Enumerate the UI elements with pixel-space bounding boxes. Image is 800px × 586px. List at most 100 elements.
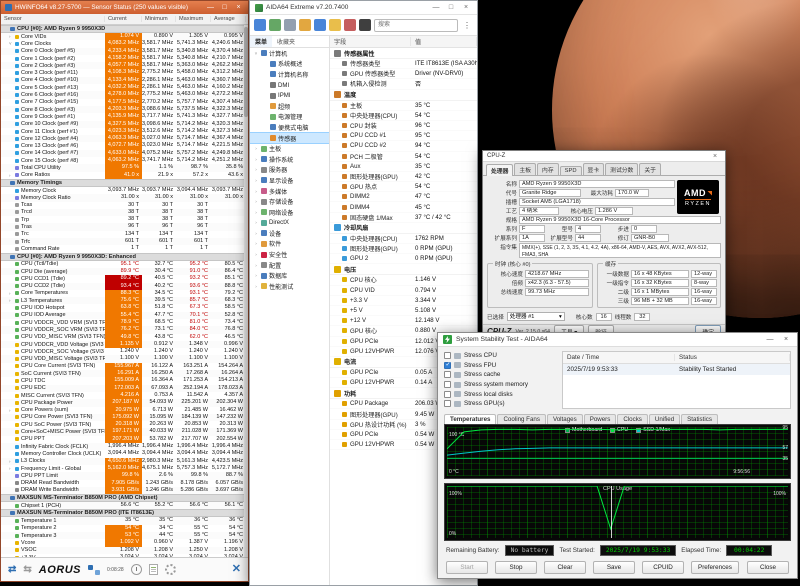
sidebar-item[interactable]: ›显示设备 bbox=[250, 175, 329, 186]
tab-3[interactable]: 内存 bbox=[537, 163, 559, 175]
sensor-value-row[interactable]: DIMM445 °C bbox=[330, 202, 477, 212]
sidebar-item[interactable]: ›数据库 bbox=[250, 270, 329, 281]
sensor-row[interactable]: CPU Die (average)89.9 °C30.4 °C91.0 °C86… bbox=[1, 268, 248, 275]
graph-tab[interactable]: Clocks bbox=[617, 414, 648, 424]
sensor-row[interactable]: Core 11 Clock (perf #1)4,023.3 MHz3,512.… bbox=[1, 128, 248, 135]
sensor-row[interactable]: ›L3 Temperatures75.6 °C39.5 °C85.7 °C68.… bbox=[1, 297, 248, 304]
sensor-row[interactable]: ›Core Powers (sum)20.975 W6.713 W21.485 … bbox=[1, 407, 248, 414]
sensor-row[interactable]: Core 8 Clock (perf #3)4,203.3 MHz3,088.6… bbox=[1, 106, 248, 113]
sensor-row[interactable]: Core 2 Clock (perf #3)4,057.7 MHz3,581.7… bbox=[1, 62, 248, 69]
sidebar-item[interactable]: ›多媒体 bbox=[250, 186, 329, 197]
close-icon[interactable]: × bbox=[233, 2, 244, 13]
checkbox-unchecked[interactable] bbox=[444, 352, 451, 359]
maximize-icon[interactable]: □ bbox=[445, 4, 457, 11]
sensor-row[interactable]: Trfc601 T601 T601 T bbox=[1, 238, 248, 245]
sensor-row[interactable]: ›L3 Clocks4,650.6 MHz2,980.3 MHz5,161.3 … bbox=[1, 458, 248, 465]
sidebar-item[interactable]: ›性能测试 bbox=[250, 281, 329, 292]
tab-6[interactable]: 测试分数 bbox=[605, 163, 638, 175]
sensor-value-row[interactable]: 中央处理器(CPU)1762 RPM bbox=[330, 234, 477, 244]
sensor-row[interactable]: CPU VDDCR_VDD Voltage (SVI3 TFN)1.135 V0… bbox=[1, 341, 248, 348]
sensor-row[interactable]: Infinity Fabric Clock (FCLK)1,996.4 MHz1… bbox=[1, 443, 248, 450]
close-sensors-icon[interactable]: ✕ bbox=[232, 564, 241, 575]
sensor-row[interactable]: Total CPU Utility97.5 %1.1 %98.7 %35.8 % bbox=[1, 164, 248, 171]
sidebar-item[interactable]: IPMI bbox=[250, 90, 329, 101]
sensor-row[interactable]: Core 4 Clock (perf #10)4,133.4 MHz2,286.… bbox=[1, 77, 248, 84]
sensor-row[interactable]: Vcore1.092 V0.960 V1.387 V1.196 V bbox=[1, 539, 248, 546]
stability-titlebar[interactable]: System Stability Test - AIDA64 — × bbox=[438, 333, 797, 347]
tab-1[interactable]: 处理器 bbox=[486, 164, 513, 176]
checkbox-unchecked[interactable] bbox=[444, 381, 451, 388]
sensor-row[interactable]: CPU IOD Average55.4 °C47.7 °C70.1 °C52.8… bbox=[1, 312, 248, 319]
sidebar-item[interactable]: ›网络设备 bbox=[250, 207, 329, 218]
sensor-value-row[interactable]: +3.3 V3.344 V bbox=[330, 296, 477, 306]
sidebar-item[interactable]: ›操作系统 bbox=[250, 154, 329, 165]
stop-button[interactable]: Stop bbox=[495, 561, 537, 574]
sensor-value-row[interactable]: Aux35 °C bbox=[330, 162, 477, 172]
checkbox-unchecked[interactable] bbox=[444, 371, 451, 378]
sensor-row[interactable]: Core 10 Clock (perf #9)4,327.5 MHz3,098.… bbox=[1, 121, 248, 128]
sensor-row[interactable]: Core 6 Clock (perf #16)4,278.0 MHz2,775.… bbox=[1, 91, 248, 98]
sensor-value-row[interactable]: PCH 二极管54 °C bbox=[330, 152, 477, 162]
cpuz-titlebar[interactable]: CPU-Z × bbox=[483, 151, 725, 162]
search-input[interactable] bbox=[374, 19, 458, 32]
sensor-row[interactable]: Core 12 Clock (perf #4)4,063.3 MHz3,027.… bbox=[1, 135, 248, 142]
sensor-row[interactable]: CPU CCD2 (Tdie)93.4 °C40.2 °C93.6 °C88.8… bbox=[1, 283, 248, 290]
sensor-section-header[interactable]: CPU [#0]: AMD Ryzen 9 9950X3D bbox=[1, 25, 248, 33]
database-icon[interactable] bbox=[359, 19, 371, 31]
sensor-value-row[interactable]: GPU 传感器类型Driver (NV-DRV0) bbox=[330, 69, 477, 79]
sensor-row[interactable]: CPU VDD_MISC VRM (SVI3 TFN)49.8 °C43.8 °… bbox=[1, 334, 248, 341]
settings-icon[interactable] bbox=[344, 19, 356, 31]
sensor-row[interactable]: SoC Current (SVI3 TFN)16.291 A16.250 A17… bbox=[1, 370, 248, 377]
sensor-row[interactable]: DRAM Read Bandwidth7.905 GB/s1.243 GB/s8… bbox=[1, 480, 248, 487]
sidebar-tab[interactable]: 收藏夹 bbox=[272, 36, 300, 47]
sensor-value-row[interactable]: CPU CCD #294 °C bbox=[330, 141, 477, 151]
monitor-icon[interactable] bbox=[314, 19, 326, 31]
sidebar-item[interactable]: ˅计算机 bbox=[250, 48, 329, 59]
close-button[interactable]: Close bbox=[747, 561, 789, 574]
sensor-row[interactable]: CPU SoC Power (SVI3 TFN)20.318 W20.263 W… bbox=[1, 421, 248, 428]
sidebar-item[interactable]: ›配置 bbox=[250, 260, 329, 271]
report-icon[interactable] bbox=[284, 19, 296, 31]
checkbox-checked[interactable] bbox=[444, 362, 451, 369]
column-header[interactable]: Current bbox=[105, 16, 142, 22]
sidebar-item[interactable]: ›存储设备 bbox=[250, 196, 329, 207]
chart-icon[interactable] bbox=[299, 19, 311, 31]
sensor-row[interactable]: CPU TDC155.009 A16.364 A171.253 A154.213… bbox=[1, 377, 248, 384]
sensor-row[interactable]: CPU (Tctl/Tdie)95.1 °C32.7 °C95.2 °C80.5… bbox=[1, 261, 248, 268]
expand-columns-icon[interactable]: ⇄ bbox=[8, 565, 16, 575]
sensor-value-row[interactable]: CPU CCD #195 °C bbox=[330, 131, 477, 141]
sensor-row[interactable]: DRAM Write Bandwidth3.931 GB/s1.246 GB/s… bbox=[1, 487, 248, 494]
log-header[interactable]: Date / TimeStatus bbox=[563, 352, 790, 364]
sidebar-item[interactable]: ›安全性 bbox=[250, 249, 329, 260]
stress-option[interactable]: Stress system memory bbox=[444, 380, 556, 390]
sensor-row[interactable]: Core 7 Clock (perf #15)4,177.5 MHz2,770.… bbox=[1, 99, 248, 106]
folder-icon[interactable] bbox=[329, 19, 341, 31]
sensor-row[interactable]: ›Core VIDs1.074 V0.890 V1.305 V0.995 V bbox=[1, 33, 248, 40]
sensor-row[interactable]: CPU CCD1 (Tdie)89.2 °C40.5 °C93.2 °C85.1… bbox=[1, 275, 248, 282]
sensor-value-row[interactable]: +12 V12.148 V bbox=[330, 316, 477, 326]
sensor-row[interactable]: Trp38 T38 T38 T bbox=[1, 216, 248, 223]
scrollbar[interactable] bbox=[244, 25, 248, 557]
graph-tab[interactable]: Unified bbox=[649, 414, 680, 424]
hwinfo-column-headers[interactable]: SensorCurrentMinimumMaximumAverage bbox=[1, 14, 248, 25]
sensor-row[interactable]: CPU VDDCR_SOC Voltage (SVI3 TFN)1.240 V1… bbox=[1, 348, 248, 355]
sensor-value-row[interactable]: DIMM247 °C bbox=[330, 192, 477, 202]
sensor-value-row[interactable]: CPU 封装96 °C bbox=[330, 121, 477, 131]
sensor-row[interactable]: ›Frequency Limit - Global5,162.0 MHz4,67… bbox=[1, 465, 248, 472]
stress-option[interactable]: Stress local disks bbox=[444, 389, 556, 399]
sensor-row[interactable]: ˅Core Clocks4,083.2 MHz3,581.7 MHz5,741.… bbox=[1, 40, 248, 47]
sensor-row[interactable]: CPU PPT Limit99.8 %2.6 %99.8 %88.7 % bbox=[1, 472, 248, 479]
close-icon[interactable]: × bbox=[780, 336, 792, 343]
sensor-row[interactable]: Core 15 Clock (perf #8)4,063.2 MHz3,741.… bbox=[1, 157, 248, 164]
more-menu-icon[interactable]: ⋮ bbox=[461, 21, 473, 30]
sensor-row[interactable]: Core+SoC+MISC Power (SVI3 TFN)197.171 W4… bbox=[1, 428, 248, 435]
column-header[interactable]: Minimum bbox=[142, 16, 176, 22]
minimize-icon[interactable]: — bbox=[205, 2, 216, 13]
sensor-value-row[interactable]: 图形处理器(GPU)42 °C bbox=[330, 172, 477, 182]
tab-5[interactable]: 显卡 bbox=[583, 163, 605, 175]
sensor-value-row[interactable]: 中央处理器(CPU)54 °C bbox=[330, 111, 477, 121]
sensor-value-row[interactable]: GPU 热点54 °C bbox=[330, 182, 477, 192]
sidebar-item[interactable]: ›软件 bbox=[250, 239, 329, 250]
sensor-value-row[interactable]: 机箱入侵检测否 bbox=[330, 79, 477, 89]
sensor-value-row[interactable]: CPU 核心1.146 V bbox=[330, 275, 477, 285]
